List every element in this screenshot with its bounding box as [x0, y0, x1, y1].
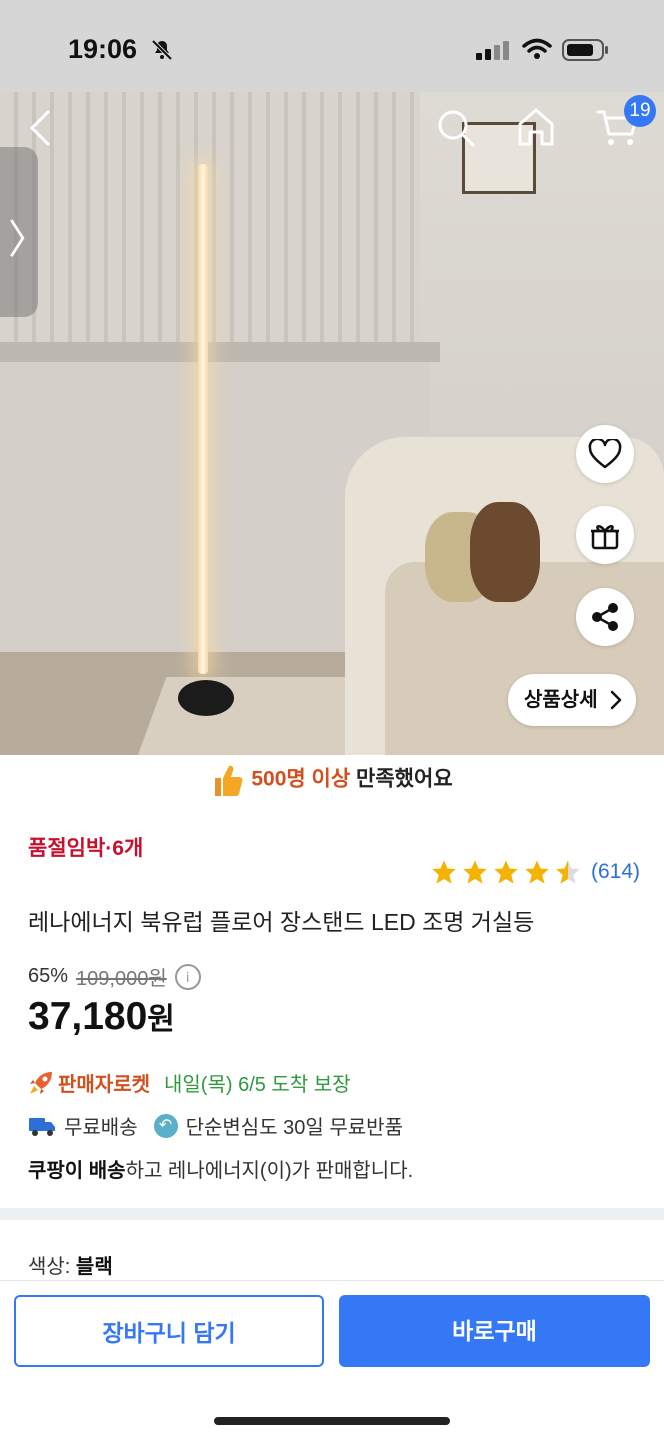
- gift-icon: [591, 525, 619, 550]
- price-unit: 원: [147, 1003, 175, 1036]
- return-icon: ↶: [153, 1113, 178, 1138]
- rocket-delivery-row: 판매자로켓 내일(목) 6/5 도착 보장: [28, 1068, 351, 1097]
- next-image-tab[interactable]: 〉: [0, 147, 48, 317]
- review-count[interactable]: (614): [591, 860, 640, 884]
- free-shipping-label: 무료배송: [64, 1117, 138, 1139]
- rocket-seller-label: 판매자로켓: [58, 1074, 150, 1096]
- bell-slash-icon: [151, 39, 173, 61]
- floor-lamp: [198, 164, 208, 674]
- discount-row: 65% 109,000원 i: [28, 962, 201, 991]
- status-bar: 19:06: [0, 0, 664, 92]
- free-shipping-row: 무료배송 ↶ 단순변심도 30일 무료반품: [28, 1111, 403, 1140]
- arrival-guarantee: 내일(목) 6/5 도착 보장: [164, 1074, 351, 1096]
- product-detail-button[interactable]: 상품상세: [508, 674, 636, 726]
- gift-button[interactable]: [576, 506, 634, 564]
- chevron-right-icon: 〉: [8, 218, 48, 262]
- product-title: 레나에너지 북유럽 플로어 장스탠드 LED 조명 거실등: [28, 909, 535, 935]
- color-option-label: 색상:: [28, 1256, 76, 1278]
- original-price: 109,000원: [76, 968, 167, 990]
- satisfaction-text: 만족했어요: [350, 767, 453, 791]
- bottom-action-bar: 장바구니 담기 바로구매: [0, 1280, 664, 1441]
- back-icon[interactable]: [28, 108, 52, 148]
- star-icon: [494, 860, 518, 884]
- section-divider: [0, 1208, 664, 1220]
- wifi-icon: [522, 38, 552, 59]
- price-number: 37,180: [28, 995, 148, 1038]
- product-image[interactable]: 〉: [0, 92, 664, 755]
- heart-icon: [588, 439, 622, 469]
- share-icon: [592, 603, 618, 631]
- teddy-bear: [470, 502, 540, 602]
- lamp-base: [178, 680, 234, 716]
- buy-now-button[interactable]: 바로구매: [339, 1295, 650, 1367]
- add-to-cart-button[interactable]: 장바구니 담기: [14, 1295, 324, 1367]
- battery-icon: [562, 39, 608, 61]
- truck-icon: [29, 1117, 55, 1136]
- home-indicator: [214, 1417, 450, 1425]
- star-icon: [463, 860, 487, 884]
- half-star-icon: [556, 860, 580, 884]
- share-button[interactable]: [576, 588, 634, 646]
- chevron-right-icon: [610, 690, 622, 710]
- seller-info: 쿠팡이 배송하고 레나에너지(이)가 판매합니다.: [28, 1154, 413, 1183]
- sale-price: 37,180원: [28, 994, 175, 1039]
- satisfaction-banner: 500명 이상 만족했어요: [0, 762, 664, 798]
- signal-icon: [476, 41, 509, 60]
- status-time: 19:06: [68, 34, 138, 64]
- thumbs-up-icon: [215, 765, 243, 796]
- seller-info-bold: 쿠팡이 배송: [28, 1160, 126, 1182]
- cart-count-badge: 19: [624, 95, 656, 127]
- star-icon: [525, 860, 549, 884]
- satisfaction-highlight: 500명 이상: [251, 767, 351, 791]
- color-option-value: 블랙: [75, 1256, 113, 1278]
- rocket-icon: [30, 1071, 52, 1094]
- color-option[interactable]: 색상: 블랙: [28, 1250, 113, 1279]
- home-icon[interactable]: [516, 106, 556, 148]
- wishlist-button[interactable]: [576, 425, 634, 483]
- stock-status: 품절임박·6개: [28, 837, 144, 860]
- product-detail-label: 상품상세: [524, 689, 598, 711]
- seller-info-text: 하고 레나에너지(이)가 판매합니다.: [125, 1160, 414, 1182]
- search-icon[interactable]: [436, 108, 476, 148]
- window-sill: [0, 342, 440, 362]
- free-return-label: 단순변심도 30일 무료반품: [185, 1117, 403, 1139]
- rating[interactable]: (614): [430, 858, 640, 886]
- discount-percent: 65%: [28, 965, 69, 987]
- star-icon: [432, 860, 456, 884]
- info-icon[interactable]: i: [174, 963, 201, 990]
